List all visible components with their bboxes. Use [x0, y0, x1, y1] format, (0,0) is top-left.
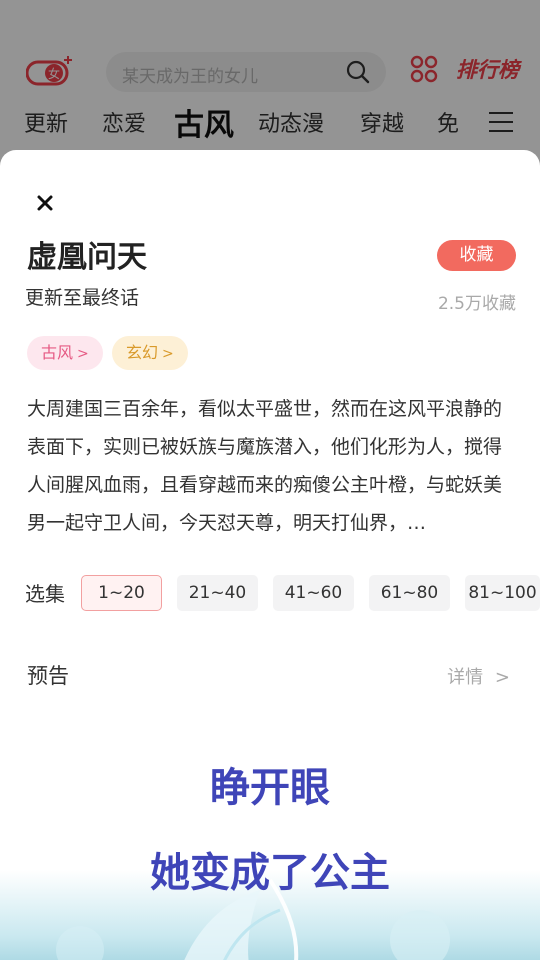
episode-range-button[interactable]: 1~20 [81, 575, 162, 611]
tag-label: 古风 [41, 343, 74, 362]
tag-ancient[interactable]: 古风 > [27, 336, 103, 370]
trailer-video[interactable]: 睁开眼 她变成了公主 [0, 730, 540, 960]
episodes-label: 选集 [25, 582, 65, 606]
comic-detail-sheet: 虚凰问天 更新至最终话 收藏 2.5万收藏 古风 > 玄幻 > 大周建国三百余年，看… [0, 150, 540, 960]
favorite-count: 2.5万收藏 [437, 294, 516, 314]
tag-fantasy[interactable]: 玄幻 > [112, 336, 188, 370]
chevron-right-icon: > [162, 346, 174, 362]
episode-range-button[interactable]: 61~80 [369, 575, 450, 611]
tag-label: 玄幻 [126, 343, 159, 362]
detail-link[interactable]: 详情 > [447, 663, 510, 689]
episode-range-button[interactable]: 21~40 [177, 575, 258, 611]
detail-link-label: 详情 [447, 667, 484, 688]
comic-description[interactable]: 大周建国三百余年，看似太平盛世，然而在这风平浪静的表面下，实则已被妖族与魔族潜入… [27, 390, 517, 542]
chevron-right-icon: > [494, 667, 510, 688]
episode-range-button[interactable]: 81~100 [465, 575, 540, 611]
episode-range-button[interactable]: 41~60 [273, 575, 354, 611]
preview-label: 预告 [27, 664, 69, 688]
close-icon[interactable] [30, 188, 60, 218]
comic-title: 虚凰问天 [27, 240, 147, 275]
update-status: 更新至最终话 [25, 287, 140, 309]
trailer-caption: 睁开眼 [210, 765, 330, 811]
favorite-button[interactable]: 收藏 [437, 240, 516, 271]
chevron-right-icon: > [77, 346, 89, 362]
trailer-caption: 她变成了公主 [150, 850, 390, 896]
